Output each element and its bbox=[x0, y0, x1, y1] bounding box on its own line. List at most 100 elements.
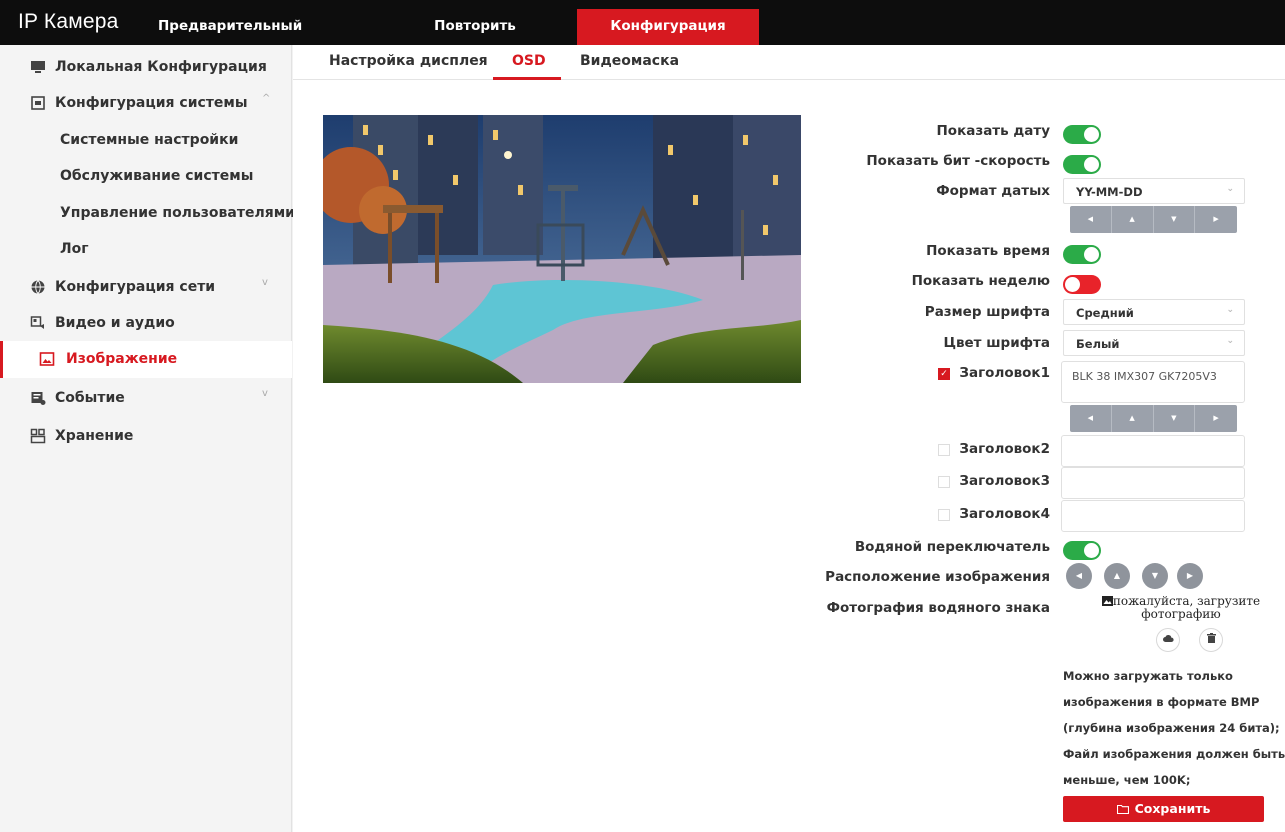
sidebar-item-label: Локальная Конфигурация bbox=[55, 59, 267, 75]
sidebar-item-event[interactable]: Событие v bbox=[0, 380, 292, 417]
monitor-icon bbox=[31, 61, 45, 73]
nav-tab-playback[interactable]: Повторить bbox=[400, 9, 550, 45]
sidebar-item-user-management[interactable]: Управление пользователями bbox=[0, 195, 295, 232]
font-size-select[interactable]: Средний ⌄ bbox=[1063, 299, 1245, 325]
arrow-up-button[interactable]: ▲ bbox=[1112, 206, 1154, 233]
save-button-label: Сохранить bbox=[1134, 801, 1211, 816]
upload-note-line-2: изображения в формате BMP bbox=[1063, 695, 1260, 709]
osd-preview-image[interactable] bbox=[323, 115, 801, 383]
chevron-down-icon: v bbox=[262, 388, 268, 399]
sidebar-item-label: Системные настройки bbox=[60, 132, 239, 148]
position-left-button[interactable]: ◀ bbox=[1066, 563, 1092, 589]
upload-cloud-button[interactable] bbox=[1156, 628, 1180, 652]
cloud-upload-icon bbox=[1162, 635, 1174, 642]
title1-label: Заголовок1 bbox=[959, 365, 1050, 381]
sidebar: Локальная Конфигурация Конфигурация сист… bbox=[0, 45, 295, 832]
watermark-photo-label: Фотография водяного знака bbox=[826, 600, 1050, 616]
chevron-up-icon: ^ bbox=[262, 93, 271, 104]
arrow-down-button[interactable]: ▼ bbox=[1154, 405, 1196, 432]
show-week-toggle[interactable] bbox=[1063, 275, 1101, 294]
main-panel: Настройка дисплея OSD Видеомаска Показат… bbox=[293, 45, 1285, 832]
nav-tab-configuration[interactable]: Конфигурация bbox=[577, 9, 759, 45]
show-date-label: Показать дату bbox=[936, 123, 1051, 139]
arrow-right-button[interactable]: ▶ bbox=[1195, 405, 1237, 432]
sidebar-item-label: Хранение bbox=[55, 428, 134, 444]
title1-checkbox[interactable]: ✓ bbox=[938, 368, 950, 380]
sidebar-item-label: Событие bbox=[55, 390, 125, 406]
title2-input[interactable] bbox=[1061, 435, 1245, 467]
position-down-button[interactable]: ▼ bbox=[1142, 563, 1168, 589]
arrow-down-button[interactable]: ▼ bbox=[1154, 206, 1196, 233]
title2-checkbox[interactable] bbox=[938, 444, 950, 456]
font-color-label: Цвет шрифта bbox=[943, 335, 1050, 351]
title3-checkbox[interactable] bbox=[938, 476, 950, 488]
show-date-toggle[interactable] bbox=[1063, 125, 1101, 144]
chevron-down-icon: ⌄ bbox=[1226, 336, 1234, 346]
sub-tabs: Настройка дисплея OSD Видеомаска bbox=[293, 45, 1285, 80]
title3-input[interactable] bbox=[1061, 467, 1245, 499]
preview-scene bbox=[323, 115, 801, 383]
nav-tab-preview[interactable]: Предварительный просмотр bbox=[158, 9, 358, 68]
broken-image-icon bbox=[1101, 596, 1113, 606]
sidebar-item-image[interactable]: Изображение bbox=[0, 341, 292, 378]
sidebar-item-local-config[interactable]: Локальная Конфигурация bbox=[0, 49, 292, 86]
date-format-value: YY-MM-DD bbox=[1076, 185, 1143, 199]
arrow-left-button[interactable]: ◀ bbox=[1070, 405, 1112, 432]
sidebar-item-label: Управление пользователями bbox=[60, 205, 295, 221]
video-audio-icon bbox=[30, 316, 44, 329]
arrow-up-button[interactable]: ▲ bbox=[1112, 405, 1154, 432]
sidebar-item-network-config[interactable]: Конфигурация сети v bbox=[0, 269, 292, 306]
position-right-button[interactable]: ▶ bbox=[1177, 563, 1203, 589]
arrow-right-button[interactable]: ▶ bbox=[1195, 206, 1237, 233]
font-color-value: Белый bbox=[1076, 337, 1120, 351]
date-format-select[interactable]: YY-MM-DD ⌄ bbox=[1063, 178, 1245, 204]
title3-label: Заголовок3 bbox=[959, 473, 1050, 489]
sidebar-item-video-audio[interactable]: Видео и аудио bbox=[0, 305, 292, 342]
event-icon bbox=[31, 392, 46, 405]
title4-input[interactable] bbox=[1061, 500, 1245, 532]
watermark-toggle[interactable] bbox=[1063, 541, 1101, 560]
image-icon bbox=[39, 352, 55, 366]
sidebar-item-storage[interactable]: Хранение bbox=[0, 418, 292, 455]
tab-display-settings[interactable]: Настройка дисплея bbox=[329, 53, 488, 69]
top-bar: IP Камера Предварительный просмотр Повто… bbox=[0, 0, 1285, 68]
font-color-select[interactable]: Белый ⌄ bbox=[1063, 330, 1245, 356]
title1-value: BLK 38 IMX307 GK7205V3 bbox=[1072, 370, 1217, 383]
date-format-label: Формат датых bbox=[936, 183, 1050, 199]
sidebar-item-log[interactable]: Лог bbox=[0, 231, 292, 268]
sidebar-item-system-settings[interactable]: Системные настройки bbox=[0, 122, 292, 159]
font-size-value: Средний bbox=[1076, 306, 1134, 320]
chevron-down-icon: ⌄ bbox=[1226, 305, 1234, 315]
show-bitrate-label: Показать бит -скорость bbox=[866, 153, 1050, 169]
position-up-button[interactable]: ▲ bbox=[1104, 563, 1130, 589]
delete-photo-button[interactable] bbox=[1199, 628, 1223, 652]
sidebar-item-system-maintenance[interactable]: Обслуживание системы bbox=[0, 158, 292, 195]
upload-placeholder-text: пожалуйста, загрузите фотографию bbox=[1112, 594, 1261, 621]
tab-video-mask[interactable]: Видеомаска bbox=[580, 53, 679, 69]
active-tab-indicator bbox=[493, 77, 561, 80]
sidebar-item-label: Конфигурация сети bbox=[55, 279, 216, 295]
tab-osd[interactable]: OSD bbox=[512, 53, 546, 69]
sidebar-item-label: Конфигурация системы bbox=[55, 95, 248, 111]
upload-note-line-4: Файл изображения должен быть bbox=[1063, 747, 1285, 761]
show-time-label: Показать время bbox=[926, 243, 1050, 259]
arrow-left-button[interactable]: ◀ bbox=[1070, 206, 1112, 233]
title1-input[interactable]: BLK 38 IMX307 GK7205V3 bbox=[1061, 361, 1245, 403]
globe-icon bbox=[31, 280, 45, 294]
upload-note-line-5: меньше, чем 100K; bbox=[1063, 773, 1191, 787]
font-size-label: Размер шрифта bbox=[924, 304, 1050, 320]
sidebar-item-label: Обслуживание системы bbox=[60, 168, 254, 184]
show-time-toggle[interactable] bbox=[1063, 245, 1101, 264]
trash-icon bbox=[1206, 633, 1216, 643]
title4-label: Заголовок4 bbox=[959, 506, 1050, 522]
save-button[interactable]: Сохранить bbox=[1063, 796, 1264, 822]
watermark-photo-placeholder[interactable]: пожалуйста, загрузите фотографию bbox=[1101, 595, 1261, 621]
show-bitrate-toggle[interactable] bbox=[1063, 155, 1101, 174]
sidebar-item-label: Изображение bbox=[66, 351, 178, 367]
brand-title: IP Камера bbox=[18, 10, 119, 33]
date-position-arrows: ◀ ▲ ▼ ▶ bbox=[1070, 206, 1237, 233]
upload-note-line-3: (глубина изображения 24 бита); bbox=[1063, 721, 1280, 735]
sidebar-item-label: Лог bbox=[60, 241, 89, 257]
sidebar-item-system-config[interactable]: Конфигурация системы ^ bbox=[0, 85, 292, 122]
title4-checkbox[interactable] bbox=[938, 509, 950, 521]
